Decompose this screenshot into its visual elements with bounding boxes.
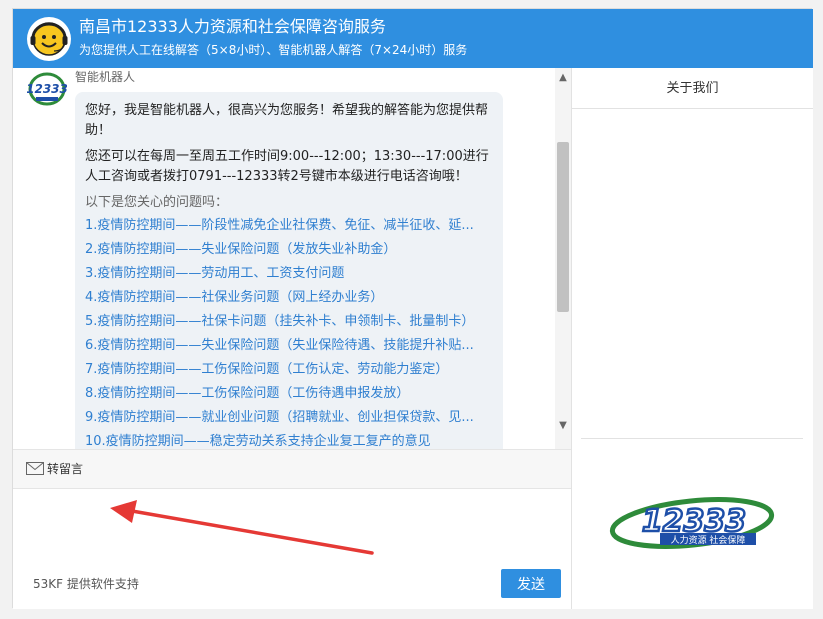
question-link[interactable]: 5.疫情防控期间——社保卡问题（挂失补卡、申领制卡、批量制卡）	[85, 310, 493, 334]
bot-name: 智能机器人	[75, 70, 136, 84]
bot-message-bubble: 您好，我是智能机器人，很高兴为您服务！希望我的解答能为您提供帮助！ 您还可以在每…	[75, 92, 503, 449]
question-link[interactable]: 10.疫情防控期间——稳定劳动关系支持企业复工复产的意见	[85, 430, 493, 449]
question-link[interactable]: 1.疫情防控期间——阶段性减免企业社保费、免征、减半征收、延...	[85, 214, 493, 238]
scroll-up-icon[interactable]: ▲	[555, 72, 571, 86]
composer: 53KF 提供软件支持 发送	[13, 489, 571, 609]
avatar	[27, 17, 71, 61]
contact-info-text: 您还可以在每周一至周五工作时间9:00---12:00；13:30---17:0…	[85, 149, 489, 184]
scroll-down-icon[interactable]: ▼	[555, 420, 571, 434]
chat-window: 南昌市12333人力资源和社会保障咨询服务 为您提供人工在线解答（5×8小时）、…	[12, 8, 813, 609]
question-link[interactable]: 3.疫情防控期间——劳动用工、工资支付问题	[85, 262, 493, 286]
message-input[interactable]	[21, 495, 561, 563]
leave-message-button[interactable]: 转留言	[47, 460, 83, 478]
question-link[interactable]: 2.疫情防控期间——失业保险问题（发放失业补助金）	[85, 238, 493, 262]
header-bar: 南昌市12333人力资源和社会保障咨询服务 为您提供人工在线解答（5×8小时）、…	[13, 9, 813, 68]
side-divider	[581, 438, 803, 439]
bot-avatar-12333-logo: 12333	[27, 72, 67, 106]
envelope-icon[interactable]	[26, 462, 44, 475]
greeting-text: 您好，我是智能机器人，很高兴为您服务！希望我的解答能为您提供帮助！	[85, 103, 489, 138]
question-link[interactable]: 6.疫情防控期间——失业保险问题（失业保险待遇、技能提升补贴...	[85, 334, 493, 358]
tab-about-us[interactable]: 关于我们	[572, 68, 813, 109]
header-subtitle: 为您提供人工在线解答（5×8小时）、智能机器人解答（7×24小时）服务	[79, 43, 468, 57]
message-toolbar: 转留言	[13, 449, 571, 489]
powered-by-text: 53KF 提供软件支持	[33, 577, 139, 591]
question-link[interactable]: 4.疫情防控期间——社保业务问题（网上经办业务）	[85, 286, 493, 310]
side-panel: 关于我们 12333 人力资源 社会保障	[572, 68, 813, 609]
chat-history[interactable]: 12333 智能机器人 您好，我是智能机器人，很高兴为您服务！希望我的解答能为您…	[13, 68, 571, 449]
question-link[interactable]: 8.疫情防控期间——工伤保险问题（工伤待遇申报发放）	[85, 382, 493, 406]
header-title: 南昌市12333人力资源和社会保障咨询服务	[79, 17, 386, 36]
svg-text:12333: 12333	[27, 82, 67, 96]
question-link[interactable]: 9.疫情防控期间——就业创业问题（招聘就业、创业担保贷款、见...	[85, 406, 493, 430]
send-button[interactable]: 发送	[501, 569, 561, 598]
12333-logo: 12333 人力资源 社会保障	[606, 493, 780, 555]
chat-scrollbar[interactable]: ▲ ▼	[555, 68, 571, 449]
question-link[interactable]: 7.疫情防控期间——工伤保险问题（工伤认定、劳动能力鉴定）	[85, 358, 493, 382]
logo-caption: 人力资源 社会保障	[671, 534, 746, 546]
scroll-thumb[interactable]	[557, 142, 569, 312]
questions-heading: 以下是您关心的问题吗：	[85, 195, 229, 210]
